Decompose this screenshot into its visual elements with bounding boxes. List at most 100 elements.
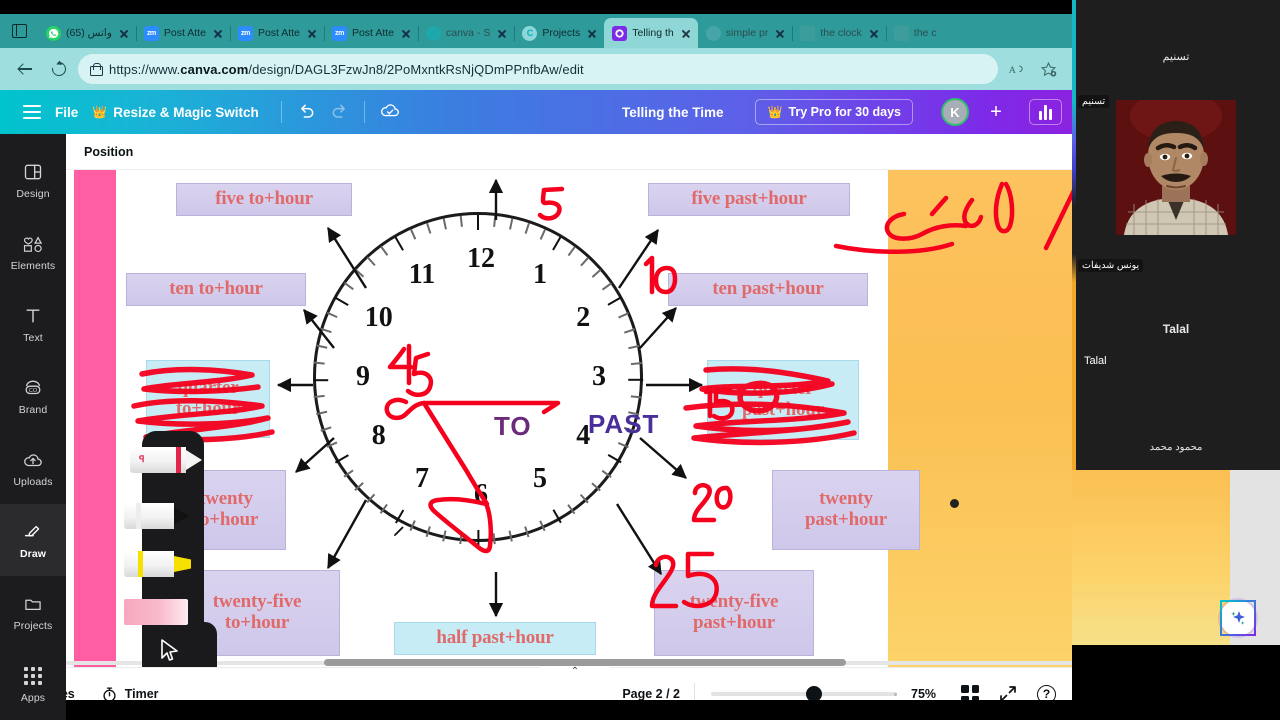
address-bar-row: https://www.canva.com/design/DAGL3FzwJn8… [0, 48, 1072, 90]
sidebar-item-label: Draw [19, 547, 47, 560]
add-favorite-button[interactable] [1034, 55, 1062, 83]
label-twenty-past-hour[interactable]: twenty past+hour [772, 470, 920, 550]
zoom-level: 75% [911, 687, 937, 701]
sidebar-item-label: Uploads [13, 475, 53, 488]
sidebar-item-brand[interactable]: CO Brand [0, 360, 66, 432]
browser-tab[interactable]: simple pr [698, 18, 793, 48]
cursor-arrow-icon[interactable] [160, 639, 180, 666]
canva-toolbar: File 👑 Resize & Magic Switch Telling the… [0, 90, 1072, 134]
undo-button[interactable] [296, 102, 316, 122]
label-ten-past-hour[interactable]: ten past+hour [668, 273, 868, 306]
close-tab-icon[interactable] [773, 26, 787, 40]
label-five-past-hour[interactable]: five past+hour [648, 183, 850, 216]
url-prefix: https://www. [109, 61, 181, 77]
tab-title: simple pr [725, 27, 769, 39]
browser-tab[interactable]: zm Post Atte [324, 18, 420, 48]
clock-number: 2 [576, 302, 591, 333]
tab-title: canva - S [446, 27, 491, 39]
sidebar-item-draw[interactable]: Draw [0, 504, 66, 576]
eraser-tool[interactable] [124, 599, 188, 625]
browser-tab[interactable]: canva - S [418, 18, 516, 48]
cloud-saved-button[interactable] [379, 99, 401, 126]
sidebar-item-design[interactable]: Design [0, 144, 66, 216]
participant-photo [1116, 100, 1236, 235]
back-arrow-icon [18, 62, 32, 76]
marker-tool[interactable] [124, 503, 194, 529]
url-input[interactable]: https://www.canva.com/design/DAGL3FzwJn8… [78, 54, 998, 84]
toolbar-divider [363, 101, 365, 123]
label-ten-to-hour[interactable]: ten to+hour [126, 273, 306, 306]
svg-text:A: A [1008, 65, 1016, 76]
browser-tab-active[interactable]: Telling th [604, 18, 698, 48]
close-tab-icon[interactable] [585, 26, 599, 40]
label-five-to-hour[interactable]: five to+hour [176, 183, 352, 216]
tab-title: Telling th [632, 27, 674, 39]
svg-text:CO: CO [29, 387, 37, 393]
close-tab-icon[interactable] [211, 26, 225, 40]
label-quarter-past-hour[interactable]: quarter past+hour [707, 360, 859, 440]
canva-editor: File 👑 Resize & Magic Switch Telling the… [0, 90, 1072, 720]
clock-number: 3 [592, 361, 606, 392]
scroll-thumb[interactable] [324, 659, 846, 666]
insights-button[interactable] [1029, 99, 1062, 125]
close-tab-icon[interactable] [305, 26, 319, 40]
sidebar-item-text[interactable]: Text [0, 288, 66, 360]
avatar[interactable]: K [941, 98, 969, 126]
collapse-panel-handle[interactable]: ⌃ [540, 666, 610, 684]
sidebar-item-label: Text [23, 331, 43, 344]
browser-tab[interactable]: the clock [792, 18, 888, 48]
label-half-past-hour[interactable]: half past+hour [394, 622, 596, 655]
resize-magic-switch-button[interactable]: 👑 Resize & Magic Switch [92, 105, 259, 120]
browser-tab[interactable]: the c [886, 18, 942, 48]
video-tile[interactable]: تسنيم تسنيم [1072, 0, 1280, 108]
browser-tab[interactable]: zm Post Atte [230, 18, 326, 48]
titlebar [0, 0, 1072, 14]
tab-position[interactable]: Position [84, 145, 133, 159]
magic-sparkle-button[interactable] [1220, 600, 1256, 636]
tab-title: Post Atte [163, 27, 206, 39]
reload-button[interactable] [44, 54, 74, 84]
label-quarter-to-hour[interactable]: quarter to+hour [146, 360, 270, 438]
crown-icon: 👑 [767, 105, 783, 119]
panel-bottom-bezel [1072, 645, 1280, 720]
close-tab-icon[interactable] [117, 26, 131, 40]
tab-list-button[interactable] [0, 14, 38, 48]
sidebar-item-uploads[interactable]: Uploads [0, 432, 66, 504]
close-tab-icon[interactable] [495, 26, 509, 40]
clock-numbers: 12 1 2 3 4 5 6 7 8 9 10 11 [316, 215, 646, 545]
participant-name: تسنيم [1162, 51, 1190, 63]
browser-tab[interactable]: zm Post Atte [136, 18, 231, 48]
close-tab-icon[interactable] [679, 26, 693, 40]
participant-name-badge: Talal [1084, 355, 1107, 367]
redo-button[interactable] [330, 102, 350, 122]
tab-strip: واتس (65) zm Post Atte zm Post Atte zm P… [0, 14, 1072, 48]
text-T-icon [22, 305, 44, 327]
back-button[interactable] [10, 54, 40, 84]
slide-pink-band [74, 170, 116, 667]
highlighter-tool[interactable] [124, 551, 194, 577]
reload-icon [49, 59, 69, 79]
hamburger-menu-icon[interactable] [23, 105, 41, 119]
try-pro-button[interactable]: 👑 Try Pro for 30 days [755, 99, 913, 125]
pen-tool[interactable]: ꟼ [130, 447, 202, 473]
browser-tab[interactable]: واتس (65) [38, 18, 137, 48]
browser-tab[interactable]: C Projects [514, 18, 604, 48]
sidebar-item-elements[interactable]: Elements [0, 216, 66, 288]
design-title[interactable]: Telling the Time [622, 105, 724, 120]
sidebar-item-label: Brand [18, 403, 48, 416]
sidebar-item-apps[interactable]: Apps [0, 648, 66, 720]
label-twenty-five-past-hour[interactable]: twenty-five past+hour [654, 570, 814, 656]
video-tile-with-video[interactable]: يونس شديفات [1072, 100, 1280, 272]
sidebar-item-projects[interactable]: Projects [0, 576, 66, 648]
file-menu-button[interactable]: File [55, 105, 78, 120]
zoom-icon: zm [143, 25, 159, 41]
close-tab-icon[interactable] [399, 26, 413, 40]
read-aloud-button[interactable]: A [1002, 55, 1030, 83]
video-tile[interactable]: Talal Talal [1072, 260, 1280, 380]
close-tab-icon[interactable] [867, 26, 881, 40]
design-layout-icon [22, 161, 44, 183]
design-canvas[interactable]: 12 1 2 3 4 5 6 7 8 9 10 11 TO PAST five to+hour ten… [66, 170, 1072, 667]
add-member-button[interactable]: + [983, 99, 1009, 125]
zoom-icon: zm [331, 25, 347, 41]
try-pro-label: Try Pro for 30 days [788, 105, 901, 119]
